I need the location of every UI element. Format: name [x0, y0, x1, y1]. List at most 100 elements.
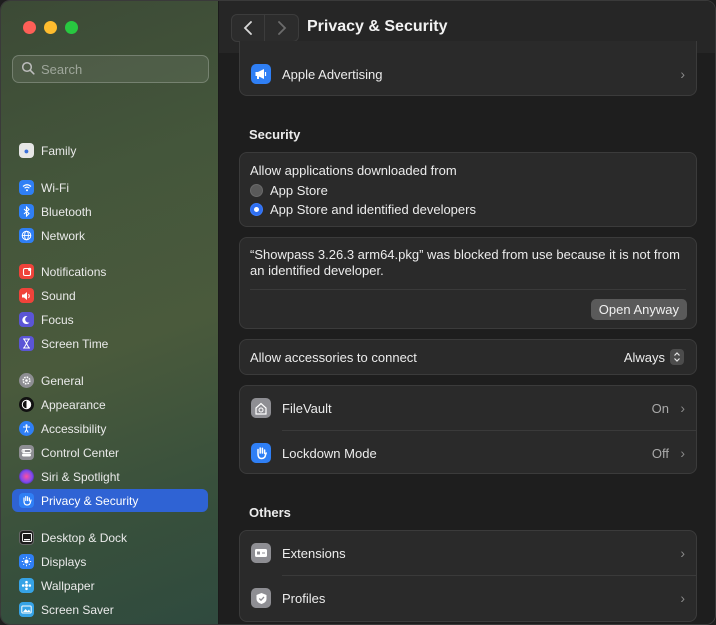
allow-applications-card: Allow applications downloaded from App S… [239, 152, 697, 227]
main-pane: Privacy & Security Apple Advertising › S… [219, 1, 715, 624]
lockdown-mode-row[interactable]: Lockdown Mode Off › [240, 438, 696, 468]
appearance-icon [19, 397, 34, 412]
security-section-title: Security [249, 127, 301, 142]
wallpaper-icon [19, 578, 34, 593]
sidebar-item-screen-saver[interactable]: Screen Saver [12, 598, 208, 621]
divider [250, 289, 686, 290]
apple-advertising-card: Apple Advertising › [239, 41, 697, 96]
sidebar-item-privacy-security[interactable]: Privacy & Security [12, 489, 208, 512]
accessories-popup[interactable]: Always [624, 349, 684, 365]
accessibility-icon [19, 421, 34, 436]
sidebar-item-family[interactable]: ● Family [12, 139, 208, 162]
sidebar-item-label: General [41, 373, 84, 388]
filevault-value: On [651, 400, 669, 416]
notifications-icon [19, 264, 34, 279]
chevron-right-icon: › [680, 590, 685, 606]
gear-icon [19, 373, 34, 388]
apple-advertising-row[interactable]: Apple Advertising › [240, 60, 696, 88]
search-input[interactable] [41, 61, 201, 77]
radio-button[interactable] [250, 184, 263, 197]
filevault-lockdown-card: FileVault On › Lockdown Mode Off › [239, 385, 697, 474]
divider [282, 430, 696, 431]
family-icon: ● [19, 143, 34, 158]
accessories-value: Always [623, 349, 665, 365]
sidebar-item-general[interactable]: General [12, 369, 208, 392]
navigation-buttons [231, 14, 299, 42]
chevron-updown-icon [670, 349, 684, 365]
sidebar-item-desktop-dock[interactable]: Desktop & Dock [12, 526, 208, 549]
filevault-row[interactable]: FileVault On › [240, 393, 696, 423]
megaphone-icon [251, 64, 271, 84]
chevron-right-icon: › [680, 445, 685, 461]
allow-applications-label: Allow applications downloaded from [250, 163, 457, 178]
accessories-card: Allow accessories to connect Always [239, 339, 697, 375]
sidebar-item-label: Screen Time [41, 336, 109, 351]
sound-icon [19, 288, 34, 303]
extensions-row[interactable]: Extensions › [240, 538, 696, 568]
sidebar-item-label: Appearance [41, 397, 106, 412]
sidebar-item-sound[interactable]: Sound [12, 284, 208, 307]
zoom-button[interactable] [65, 21, 78, 34]
network-icon [19, 228, 34, 243]
filevault-label: FileVault [282, 400, 332, 416]
radio-identified-developers[interactable]: App Store and identified developers [250, 202, 476, 217]
sidebar-item-wallpaper[interactable]: Wallpaper [12, 574, 208, 597]
sidebar-item-focus[interactable]: Focus [12, 308, 208, 331]
extensions-label: Extensions [282, 545, 346, 561]
sidebar-item-appearance[interactable]: Appearance [12, 393, 208, 416]
back-button[interactable] [231, 14, 265, 42]
wifi-icon [19, 180, 34, 195]
filevault-icon [251, 398, 271, 418]
sidebar-item-label: Displays [41, 554, 87, 569]
sidebar-item-displays[interactable]: Displays [12, 550, 208, 573]
extensions-icon [251, 543, 271, 563]
profiles-label: Profiles [282, 590, 326, 606]
chevron-left-icon [243, 21, 252, 35]
chevron-right-icon: › [680, 66, 685, 82]
search-field[interactable] [12, 55, 209, 83]
sidebar-item-label: Notifications [41, 264, 107, 279]
sidebar: ● Family Wi-Fi Bluetooth Network [1, 1, 219, 624]
screen-time-icon [19, 336, 34, 351]
hand-icon [251, 443, 271, 463]
hand-icon [19, 493, 34, 508]
profiles-icon [251, 588, 271, 608]
screen-saver-icon [19, 602, 34, 617]
sidebar-item-label: Siri & Spotlight [41, 469, 120, 484]
settings-window: ● Family Wi-Fi Bluetooth Network [0, 0, 716, 625]
open-anyway-button[interactable]: Open Anyway [590, 299, 687, 320]
radio-button-selected[interactable] [250, 203, 263, 216]
blocked-message: “Showpass 3.26.3 arm64.pkg” was blocked … [250, 247, 680, 278]
lockdown-mode-value: Off [651, 445, 669, 461]
blocked-app-card: “Showpass 3.26.3 arm64.pkg” was blocked … [239, 237, 697, 329]
chevron-right-icon: › [680, 400, 685, 416]
sidebar-item-label: Privacy & Security [41, 493, 139, 508]
sidebar-item-label: Bluetooth [41, 204, 92, 219]
radio-identified-label: App Store and identified developers [270, 202, 476, 217]
sidebar-item-accessibility[interactable]: Accessibility [12, 417, 208, 440]
sidebar-item-label: Wi-Fi [41, 180, 69, 195]
dock-icon [19, 530, 34, 545]
others-section-title: Others [249, 505, 291, 520]
radio-app-store-label: App Store [270, 183, 328, 198]
sidebar-item-screen-time[interactable]: Screen Time [12, 332, 208, 355]
sidebar-item-control-center[interactable]: Control Center [12, 441, 208, 464]
close-button[interactable] [23, 21, 36, 34]
sidebar-item-bluetooth[interactable]: Bluetooth [12, 200, 208, 223]
profiles-row[interactable]: Profiles › [240, 583, 696, 613]
forward-button[interactable] [265, 14, 299, 42]
accessories-row: Allow accessories to connect Always [240, 340, 696, 374]
focus-icon [19, 312, 34, 327]
sidebar-item-label: Focus [41, 312, 74, 327]
sidebar-item-notifications[interactable]: Notifications [12, 260, 208, 283]
radio-app-store[interactable]: App Store [250, 183, 328, 198]
sidebar-item-label: Screen Saver [41, 602, 114, 617]
sidebar-item-label: Accessibility [41, 421, 107, 436]
displays-icon [19, 554, 34, 569]
sidebar-item-label: Network [41, 228, 86, 243]
sidebar-item-network[interactable]: Network [12, 224, 208, 247]
sidebar-item-siri[interactable]: Siri & Spotlight [12, 465, 208, 488]
sidebar-item-label: Control Center [41, 445, 120, 460]
sidebar-item-wifi[interactable]: Wi-Fi [12, 176, 208, 199]
minimize-button[interactable] [44, 21, 57, 34]
